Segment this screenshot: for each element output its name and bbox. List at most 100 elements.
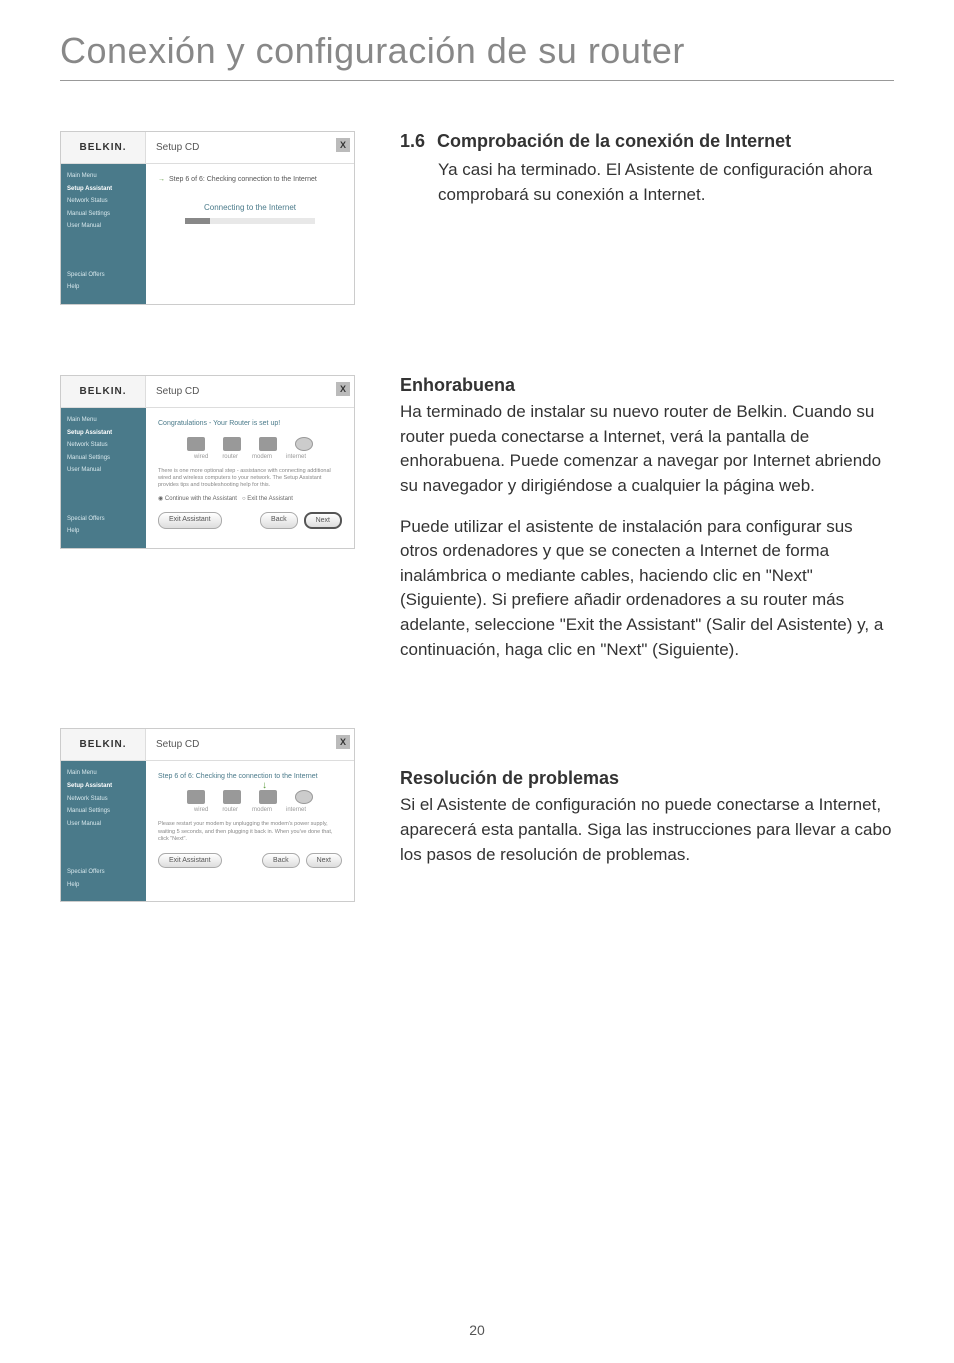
window-body: Main Menu Setup Assistant Network Status… [61, 408, 354, 548]
sidebar: Main Menu Setup Assistant Network Status… [61, 408, 146, 548]
sidebar-manual-settings[interactable]: Manual Settings [67, 807, 140, 817]
screenshot-3-col: BELKIN. Setup CD X Main Menu Setup Assis… [60, 728, 370, 902]
arrow-icon: → [158, 176, 165, 183]
close-icon[interactable]: X [336, 382, 350, 396]
resolucion-heading: Resolución de problemas [400, 768, 894, 789]
section-title: Comprobación de la conexión de Internet [437, 131, 791, 152]
screenshot-2-col: BELKIN. Setup CD X Main Menu Setup Assis… [60, 375, 370, 678]
info-text: There is one more optional step - assist… [158, 468, 342, 489]
radio-continue[interactable]: ◉ Continue with the Assistant [158, 496, 237, 502]
enhorabuena-p2: Puede utilizar el asistente de instalaci… [400, 515, 894, 663]
section-body: Ya casi ha terminado. El Asistente de co… [400, 158, 894, 207]
connecting-label: Connecting to the Internet [158, 203, 342, 212]
sidebar-help[interactable]: Help [67, 527, 105, 537]
radio-options: ◉ Continue with the Assistant ○ Exit the… [158, 495, 342, 502]
modem-icon [259, 790, 277, 804]
window-title: Setup CD X [146, 132, 354, 163]
sidebar-network-status[interactable]: Network Status [67, 795, 140, 805]
step-line: →Step 6 of 6: Checking connection to the… [158, 176, 342, 183]
screenshot-3: BELKIN. Setup CD X Main Menu Setup Assis… [60, 728, 355, 902]
network-diagram: wired router modem internet [158, 437, 342, 460]
sidebar-user-manual[interactable]: User Manual [67, 820, 140, 830]
sidebar-manual-settings[interactable]: Manual Settings [67, 210, 140, 220]
label-router: router [222, 454, 238, 460]
enhorabuena-heading: Enhorabuena [400, 375, 894, 396]
label-modem: modem [252, 454, 272, 460]
window-header: BELKIN. Setup CD X [61, 376, 354, 408]
window-header: BELKIN. Setup CD X [61, 729, 354, 761]
sidebar-special-offers[interactable]: Special Offers [67, 271, 105, 281]
close-icon[interactable]: X [336, 138, 350, 152]
row-2: BELKIN. Setup CD X Main Menu Setup Assis… [0, 375, 954, 678]
sidebar-manual-settings[interactable]: Manual Settings [67, 454, 140, 464]
title-divider [60, 80, 894, 81]
sidebar-special-offers[interactable]: Special Offers [67, 515, 105, 525]
wired-icon [187, 437, 205, 451]
sidebar-help[interactable]: Help [67, 283, 105, 293]
text-3: Resolución de problemas Si el Asistente … [370, 728, 894, 902]
button-row: Exit Assistant Back Next [158, 853, 342, 868]
screenshot-1-col: BELKIN. Setup CD X Main Menu Setup Assis… [60, 131, 370, 305]
step-text: Step 6 of 6: Checking the connection to … [158, 773, 342, 780]
button-row: Exit Assistant Back Next [158, 512, 342, 529]
wired-icon [187, 790, 205, 804]
main-panel: →Step 6 of 6: Checking connection to the… [146, 164, 354, 304]
page-number: 20 [0, 1322, 954, 1338]
section-num: 1.6 [400, 131, 425, 152]
sidebar: Main Menu Setup Assistant Network Status… [61, 761, 146, 901]
router-icon [223, 437, 241, 451]
back-button[interactable]: Back [262, 853, 300, 868]
sidebar-special-offers[interactable]: Special Offers [67, 868, 105, 878]
label-wired: wired [194, 807, 208, 813]
text-1: 1.6 Comprobación de la conexión de Inter… [370, 131, 894, 305]
main-panel: Congratulations - Your Router is set up!… [146, 408, 354, 548]
modem-icon [259, 437, 277, 451]
sidebar-user-manual[interactable]: User Manual [67, 466, 140, 476]
sidebar-setup-assistant[interactable]: Setup Assistant [67, 782, 140, 792]
resolucion-body: Si el Asistente de configuración no pued… [400, 793, 894, 867]
label-internet: internet [286, 807, 306, 813]
sidebar-network-status[interactable]: Network Status [67, 441, 140, 451]
row-1: BELKIN. Setup CD X Main Menu Setup Assis… [0, 131, 954, 305]
sidebar-network-status[interactable]: Network Status [67, 197, 140, 207]
congrats-text: Congratulations - Your Router is set up! [158, 420, 342, 427]
sidebar-help[interactable]: Help [67, 881, 105, 891]
belkin-logo: BELKIN. [61, 376, 146, 407]
sidebar-main-menu[interactable]: Main Menu [67, 172, 140, 182]
main-panel: Step 6 of 6: Checking the connection to … [146, 761, 354, 901]
exit-assistant-button[interactable]: Exit Assistant [158, 853, 222, 868]
close-icon[interactable]: X [336, 735, 350, 749]
label-internet: internet [286, 454, 306, 460]
screenshot-2: BELKIN. Setup CD X Main Menu Setup Assis… [60, 375, 355, 549]
sidebar-user-manual[interactable]: User Manual [67, 222, 140, 232]
label-wired: wired [194, 454, 208, 460]
next-button[interactable]: Next [306, 853, 342, 868]
progress-bar [185, 218, 315, 224]
section-1-6-heading: 1.6 Comprobación de la conexión de Inter… [400, 131, 894, 152]
sidebar-setup-assistant[interactable]: Setup Assistant [67, 429, 140, 439]
window-body: Main Menu Setup Assistant Network Status… [61, 761, 354, 901]
enhorabuena-p1: Ha terminado de instalar su nuevo router… [400, 400, 894, 499]
progress-fill [185, 218, 210, 224]
row-3: BELKIN. Setup CD X Main Menu Setup Assis… [0, 728, 954, 902]
exit-assistant-button[interactable]: Exit Assistant [158, 512, 222, 529]
belkin-logo: BELKIN. [61, 132, 146, 163]
sidebar-main-menu[interactable]: Main Menu [67, 769, 140, 779]
text-2: Enhorabuena Ha terminado de instalar su … [370, 375, 894, 678]
sidebar-setup-assistant[interactable]: Setup Assistant [67, 185, 140, 195]
radio-exit[interactable]: ○ Exit the Assistant [242, 496, 293, 502]
internet-icon [295, 437, 313, 451]
network-diagram: ↓ wired router modem internet [158, 790, 342, 813]
label-router: router [222, 807, 238, 813]
next-button[interactable]: Next [304, 512, 342, 529]
back-button[interactable]: Back [260, 512, 298, 529]
setup-cd-label: Setup CD [156, 739, 199, 750]
window-title: Setup CD X [146, 729, 354, 760]
belkin-logo: BELKIN. [61, 729, 146, 760]
setup-cd-label: Setup CD [156, 142, 199, 153]
sidebar-main-menu[interactable]: Main Menu [67, 416, 140, 426]
info-text: Please restart your modem by unplugging … [158, 821, 342, 842]
window-header: BELKIN. Setup CD X [61, 132, 354, 164]
label-modem: modem [252, 807, 272, 813]
screenshot-1: BELKIN. Setup CD X Main Menu Setup Assis… [60, 131, 355, 305]
